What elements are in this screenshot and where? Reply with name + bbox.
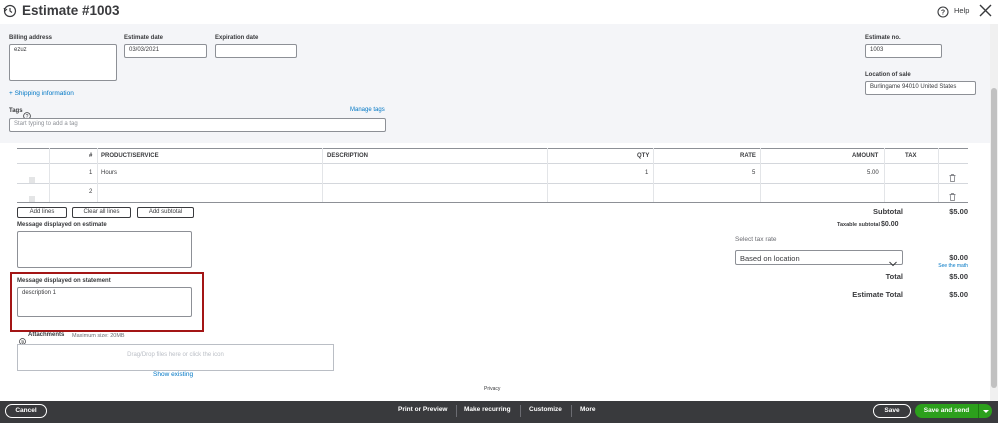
- table-bottom-border: [17, 202, 968, 203]
- col-header-num: #: [89, 153, 93, 159]
- footer-divider: [456, 405, 457, 417]
- title-bar: [0, 0, 998, 24]
- tags-input[interactable]: Start typing to add a tag: [9, 118, 386, 132]
- print-preview-button[interactable]: Print or Preview: [398, 406, 448, 413]
- col-header-qty: QTY: [637, 153, 650, 159]
- privacy-link[interactable]: Privacy: [484, 386, 500, 392]
- drag-handle-icon[interactable]: [29, 170, 35, 183]
- page-title: Estimate #1003: [22, 3, 120, 18]
- customize-button[interactable]: Customize: [529, 406, 562, 413]
- expiration-date-label: Expiration date: [215, 35, 259, 41]
- attachments-label: Attachments: [28, 332, 65, 338]
- billing-address-label: Billing address: [9, 35, 53, 41]
- show-existing-link[interactable]: Show existing: [153, 371, 193, 378]
- footer-divider: [571, 405, 572, 417]
- total-value: $5.00: [949, 272, 968, 281]
- clear-all-lines-button[interactable]: Clear all lines: [72, 207, 131, 218]
- message-estimate-field[interactable]: [17, 231, 192, 268]
- help-icon[interactable]: ?: [937, 5, 949, 18]
- taxable-subtotal-value: $0.00: [881, 221, 899, 228]
- table-header-border: [17, 163, 968, 164]
- col-header-amount: AMOUNT: [852, 153, 879, 159]
- table-top-border: [17, 148, 968, 149]
- save-options-dropdown[interactable]: [978, 404, 992, 418]
- col-divider: [653, 148, 654, 202]
- row-product[interactable]: Hours: [101, 170, 117, 176]
- close-icon[interactable]: [979, 4, 992, 17]
- svg-text:?: ?: [941, 10, 945, 17]
- dropzone-text: Drag/Drop files here or click the icon: [127, 352, 224, 358]
- total-label: Total: [885, 272, 903, 281]
- taxable-subtotal-label: Taxable subtotal: [837, 222, 880, 228]
- attachments-max-size: Maximum size: 20MB: [72, 333, 125, 339]
- footer-divider: [520, 405, 521, 417]
- row-rate[interactable]: 5: [752, 170, 755, 176]
- see-the-math-link[interactable]: See the math: [920, 263, 968, 269]
- expiration-date-field[interactable]: [215, 44, 297, 58]
- make-recurring-button[interactable]: Make recurring: [464, 406, 511, 413]
- caret-down-icon: [983, 410, 989, 413]
- cancel-button[interactable]: Cancel: [5, 404, 47, 418]
- billing-address-field[interactable]: ezuz: [9, 44, 117, 81]
- more-button[interactable]: More: [580, 406, 596, 413]
- help-label[interactable]: Help: [954, 6, 969, 15]
- estimate-no-field[interactable]: 1003: [865, 44, 942, 58]
- shipping-information-link[interactable]: + Shipping information: [9, 90, 74, 97]
- location-of-sale-field[interactable]: Burlingame 94010 United States: [865, 81, 976, 95]
- add-lines-button[interactable]: Add lines: [17, 207, 67, 218]
- scrollbar-thumb[interactable]: [991, 88, 997, 388]
- recent-transactions-icon[interactable]: [3, 4, 17, 18]
- estimate-no-label: Estimate no.: [865, 35, 901, 41]
- col-divider: [884, 148, 885, 202]
- estimate-date-field[interactable]: 03/03/2021: [124, 44, 207, 58]
- select-tax-rate-label: Select tax rate: [735, 236, 777, 243]
- col-divider: [938, 148, 939, 202]
- subtotal-label: Subtotal: [873, 207, 903, 216]
- row-num: 1: [89, 170, 93, 176]
- tax-value: $0.00: [949, 253, 968, 262]
- tags-help-icon[interactable]: ?: [23, 107, 31, 120]
- save-and-send-button[interactable]: Save and send: [915, 404, 978, 418]
- tax-rate-select[interactable]: Based on location: [735, 250, 903, 265]
- add-subtotal-button[interactable]: Add subtotal: [137, 207, 194, 218]
- row-num: 2: [89, 189, 93, 195]
- col-divider: [322, 148, 323, 202]
- col-divider: [760, 148, 761, 202]
- estimate-date-label: Estimate date: [124, 35, 164, 41]
- manage-tags-link[interactable]: Manage tags: [350, 107, 385, 113]
- estimate-total-value: $5.00: [949, 290, 968, 299]
- delete-row-icon[interactable]: [949, 188, 956, 201]
- message-estimate-label: Message displayed on estimate: [17, 222, 107, 228]
- subtotal-value: $5.00: [949, 207, 968, 216]
- col-divider: [97, 148, 98, 202]
- col-header-tax: TAX: [905, 153, 917, 159]
- message-statement-field[interactable]: description 1: [17, 287, 192, 317]
- tax-rate-selected: Based on location: [740, 254, 800, 263]
- location-of-sale-label: Location of sale: [865, 72, 911, 78]
- drag-handle-icon[interactable]: [29, 189, 35, 202]
- chevron-down-icon[interactable]: [889, 254, 897, 267]
- col-header-description: DESCRIPTION: [327, 153, 369, 159]
- save-button[interactable]: Save: [873, 404, 911, 418]
- col-divider: [49, 148, 50, 202]
- table-row-border: [17, 183, 968, 184]
- col-divider: [547, 148, 548, 202]
- col-header-product: PRODUCT/SERVICE: [101, 153, 159, 159]
- row-qty[interactable]: 1: [645, 170, 648, 176]
- col-header-rate: RATE: [740, 153, 756, 159]
- paperclip-icon: [19, 332, 26, 345]
- tags-label: Tags: [9, 108, 23, 114]
- message-statement-label: Message displayed on statement: [17, 278, 111, 284]
- delete-row-icon[interactable]: [949, 169, 956, 182]
- estimate-total-label: Estimate Total: [852, 290, 903, 299]
- row-amount[interactable]: 5.00: [867, 170, 879, 176]
